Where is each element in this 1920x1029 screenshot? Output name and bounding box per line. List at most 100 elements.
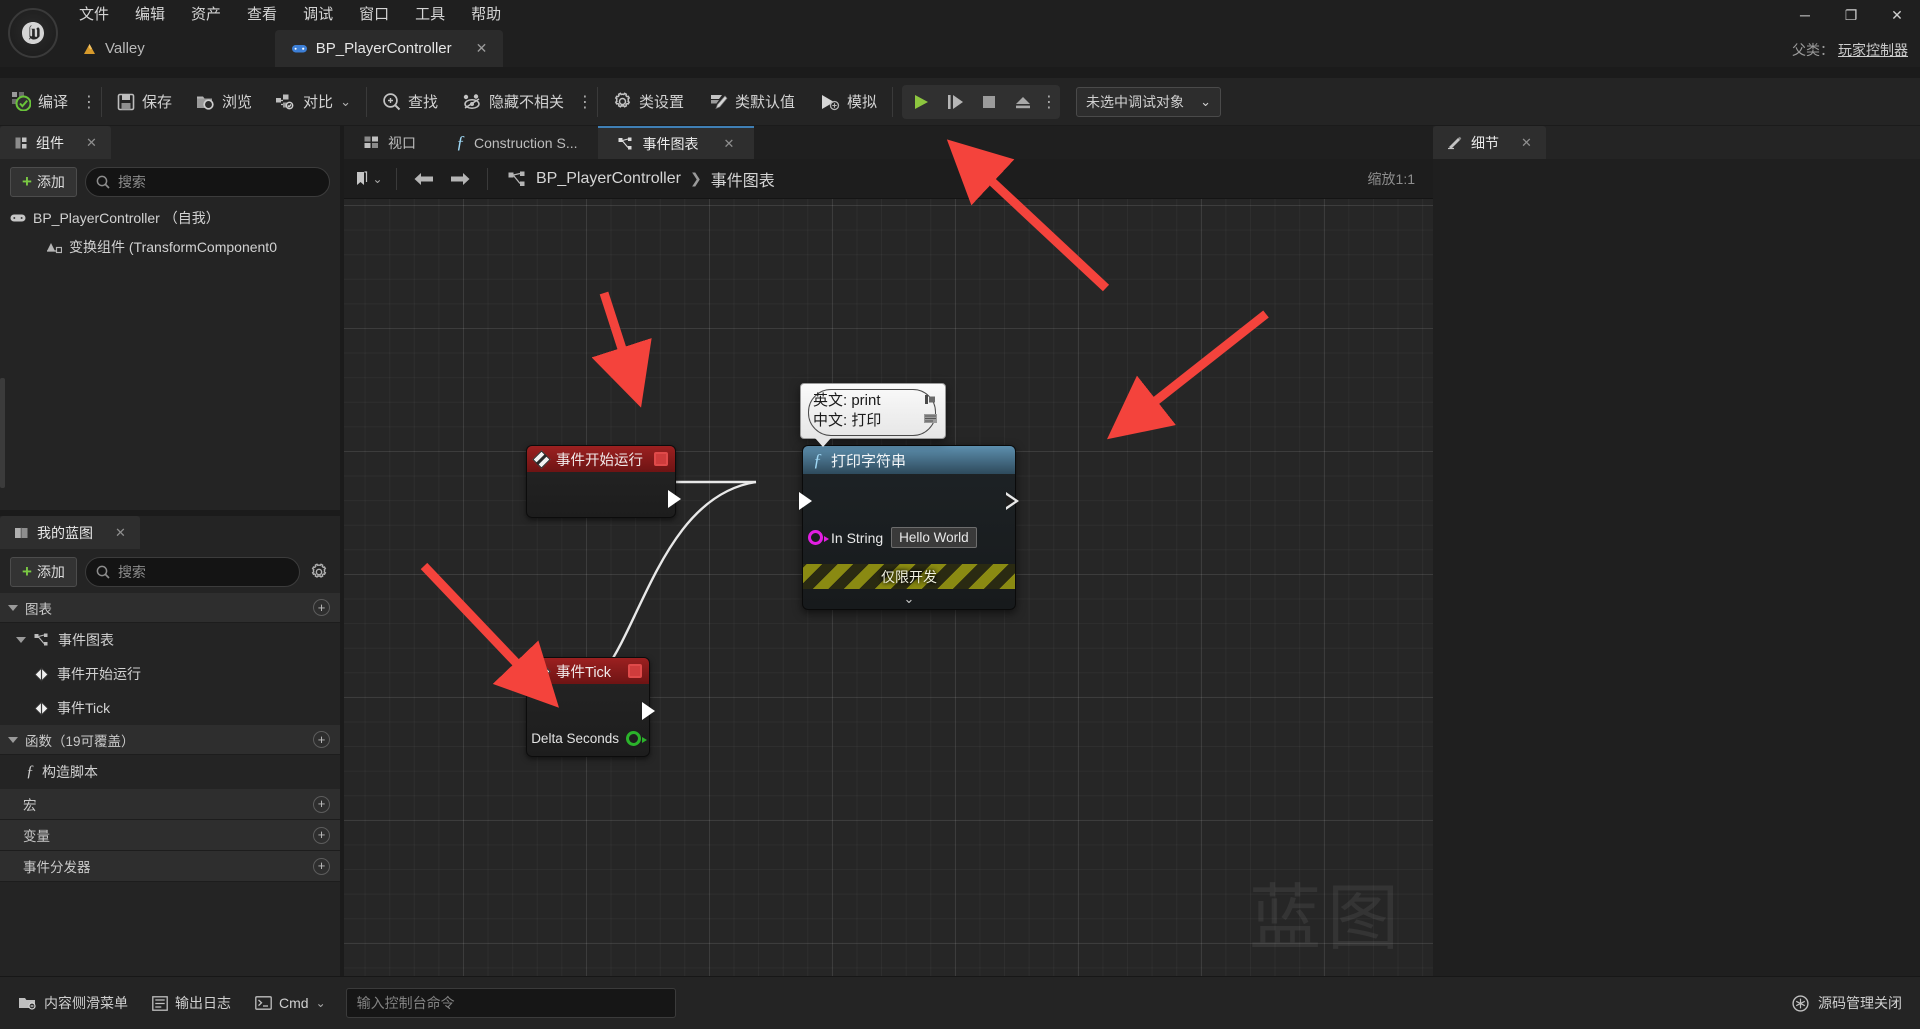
exec-output-pin[interactable]: [1006, 492, 1019, 510]
navigate-back-button[interactable]: [407, 164, 441, 194]
menu-item-debug[interactable]: 调试: [290, 0, 346, 30]
simulate-button-label: 模拟: [847, 94, 878, 111]
menu-item-view[interactable]: 查看: [234, 0, 290, 30]
node-collapse-button[interactable]: ⌄: [803, 589, 1015, 609]
window-tab-close-icon[interactable]: ✕: [476, 40, 488, 57]
section-macros[interactable]: 宏 +: [0, 789, 340, 820]
play-button[interactable]: [904, 87, 938, 117]
my-blueprint-item-event-tick[interactable]: 事件Tick: [0, 691, 340, 725]
string-input-pin[interactable]: [808, 530, 829, 545]
exec-output-pin[interactable]: [642, 702, 655, 720]
plus-icon: +: [22, 172, 32, 191]
class-defaults-button[interactable]: 类默认值: [696, 83, 807, 121]
components-search-input[interactable]: 搜索: [84, 167, 330, 197]
landscape-icon: [82, 42, 97, 56]
graph-canvas[interactable]: 事件开始运行 事件Tick Delta Seconds ƒ 打印字符串 In S…: [344, 199, 1433, 976]
close-icon[interactable]: ✕: [724, 136, 735, 152]
cmd-dropdown-button[interactable]: Cmd ⌄: [245, 986, 336, 1020]
component-row-root[interactable]: BP_PlayerController （自我）: [0, 203, 340, 232]
console-command-input[interactable]: 输入控制台命令: [345, 988, 676, 1018]
hide-unrelated-options-button[interactable]: ⋮: [576, 83, 594, 121]
play-options-button[interactable]: ⋮: [1040, 83, 1058, 121]
exec-input-pin[interactable]: [799, 492, 812, 510]
content-drawer-button[interactable]: 内容侧滑菜单: [8, 986, 138, 1020]
tab-event-graph[interactable]: 事件图表 ✕: [597, 126, 755, 159]
eject-button[interactable]: [1006, 87, 1040, 117]
node-event-tick[interactable]: 事件Tick Delta Seconds: [526, 657, 655, 757]
unreal-logo-icon[interactable]: [8, 8, 58, 58]
output-log-button[interactable]: 输出日志: [142, 986, 241, 1020]
window-tab-bp-playercontroller[interactable]: BP_PlayerController ✕: [274, 30, 504, 67]
pin-icon[interactable]: [924, 391, 937, 411]
stop-button[interactable]: [972, 87, 1006, 117]
close-icon[interactable]: ✕: [1521, 135, 1532, 151]
navigate-forward-button[interactable]: [443, 164, 477, 194]
source-control-status[interactable]: 源码管理关闭: [1791, 993, 1912, 1013]
browse-button[interactable]: 浏览: [184, 83, 264, 121]
parent-class-link[interactable]: 玩家控制器: [1838, 40, 1908, 60]
bookmark-button[interactable]: ⌄: [352, 164, 386, 194]
simulate-button[interactable]: 模拟: [807, 83, 889, 121]
diff-button[interactable]: 对比 ⌄: [264, 83, 363, 121]
parent-class-label: 父类：: [1792, 42, 1834, 58]
gear-icon[interactable]: [308, 563, 330, 581]
tab-label: 视口: [388, 134, 416, 151]
section-functions[interactable]: 函数（19可覆盖） +: [0, 725, 340, 755]
arrow-left-icon: [414, 172, 433, 185]
window-tab-valley[interactable]: Valley: [66, 30, 161, 67]
add-function-button[interactable]: +: [313, 731, 330, 748]
add-macro-button[interactable]: +: [313, 795, 330, 813]
node-print-string[interactable]: ƒ 打印字符串 In String Hello World 仅限开发 ⌄: [799, 445, 1019, 610]
node-event-begin-play[interactable]: 事件开始运行: [526, 445, 681, 518]
hide-unrelated-button[interactable]: 隐藏不相关: [450, 83, 576, 121]
float-output-pin[interactable]: [626, 731, 647, 746]
breadcrumb-root[interactable]: BP_PlayerController: [536, 170, 681, 188]
tab-construction-script[interactable]: ƒ Construction S...: [436, 126, 598, 159]
compile-options-button[interactable]: ⋮: [80, 83, 98, 121]
tooltip-line-2: 中文: 打印: [813, 411, 911, 431]
menu-item-asset[interactable]: 资产: [178, 0, 234, 30]
save-button[interactable]: 保存: [105, 83, 184, 121]
step-button[interactable]: [938, 87, 972, 117]
minimize-button[interactable]: ─: [1782, 0, 1828, 30]
left-panel-resize-handle[interactable]: [0, 378, 5, 488]
menu-item-help[interactable]: 帮助: [458, 0, 514, 30]
add-graph-button[interactable]: +: [313, 599, 330, 616]
log-icon: [152, 995, 168, 1011]
section-event-dispatchers[interactable]: 事件分发器 +: [0, 851, 340, 882]
in-string-value-field[interactable]: Hello World: [891, 527, 978, 548]
add-component-button[interactable]: + 添加: [10, 167, 77, 197]
exec-output-pin[interactable]: [668, 490, 681, 508]
tab-components[interactable]: 组件 ✕: [0, 126, 111, 159]
my-blueprint-event-graph[interactable]: 事件图表: [0, 623, 340, 657]
debug-object-dropdown[interactable]: 未选中调试对象 ⌄: [1076, 86, 1222, 117]
menu-item-edit[interactable]: 编辑: [122, 0, 178, 30]
menu-item-file[interactable]: 文件: [66, 0, 122, 30]
menu-item-tools[interactable]: 工具: [402, 0, 458, 30]
find-button[interactable]: 查找: [370, 83, 450, 121]
class-settings-button[interactable]: 类设置: [601, 83, 696, 121]
item-label: 事件开始运行: [57, 666, 141, 682]
tab-details[interactable]: 细节 ✕: [1433, 126, 1546, 159]
tab-my-blueprint[interactable]: 我的蓝图 ✕: [0, 516, 140, 549]
compile-button[interactable]: 编译: [0, 83, 80, 121]
add-variable-button[interactable]: +: [313, 826, 330, 844]
my-blueprint-item-construction-script[interactable]: ƒ 构造脚本: [0, 755, 340, 789]
my-blueprint-search-input[interactable]: 搜索: [84, 557, 300, 587]
item-label: 事件Tick: [57, 700, 111, 716]
section-variables[interactable]: 变量 +: [0, 820, 340, 851]
maximize-button[interactable]: ❐: [1828, 0, 1874, 30]
add-event-dispatcher-button[interactable]: +: [313, 857, 330, 875]
tab-viewport[interactable]: 视口: [344, 126, 436, 159]
close-button[interactable]: ✕: [1874, 0, 1920, 30]
stop-icon: [983, 95, 996, 108]
my-blueprint-item-begin-play[interactable]: 事件开始运行: [0, 657, 340, 691]
my-blueprint-body: + 添加 搜索 图表 + 事件图表 事件开始运行 事件Tick 函数（19可覆盖…: [0, 549, 340, 882]
close-icon[interactable]: ✕: [86, 135, 97, 151]
menu-item-window[interactable]: 窗口: [346, 0, 402, 30]
component-row-transform[interactable]: 变换组件 (TransformComponent0: [0, 232, 340, 261]
add-blueprint-item-button[interactable]: + 添加: [10, 557, 77, 587]
section-graphs[interactable]: 图表 +: [0, 593, 340, 623]
breadcrumb-leaf[interactable]: 事件图表: [711, 167, 775, 191]
close-icon[interactable]: ✕: [115, 525, 126, 541]
